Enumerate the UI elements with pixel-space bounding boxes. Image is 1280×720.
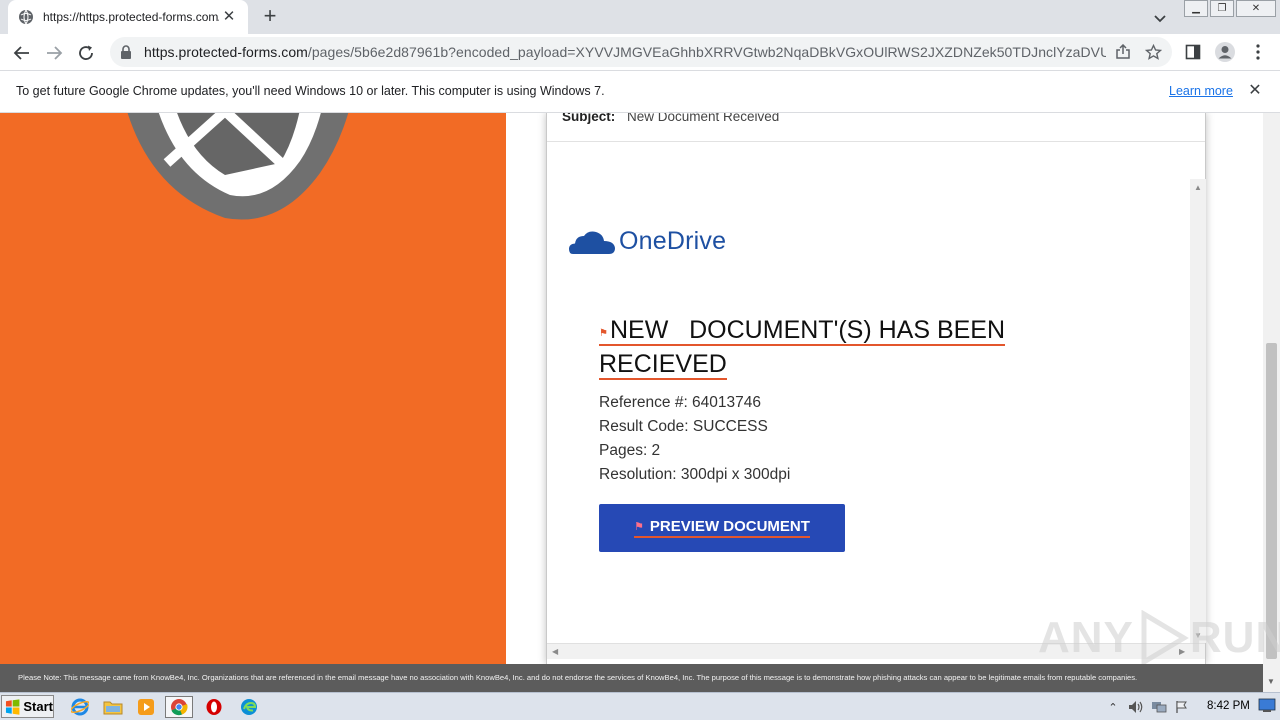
tray-expand-icon[interactable]: ⌃ [1104, 698, 1122, 716]
profile-icon[interactable] [1214, 41, 1236, 63]
chevron-down-icon[interactable] [1150, 8, 1170, 28]
close-icon[interactable]: ✕ [220, 8, 238, 26]
lock-icon[interactable] [120, 45, 134, 59]
onedrive-cloud-icon [569, 231, 615, 254]
subject-value: New Document Received [627, 113, 780, 124]
disclaimer-text: Please Note: This message came from Know… [18, 673, 1138, 682]
detail-result-code: Result Code: SUCCESS [599, 418, 768, 435]
windows-taskbar: Start ⌃ 8:42 PM [0, 692, 1280, 720]
start-label: Start [23, 699, 53, 714]
onedrive-logo: OneDrive [569, 227, 726, 256]
tab-title: https://https.protected-forms.com/p [43, 10, 219, 24]
taskbar-clock[interactable]: 8:42 PM [1207, 700, 1250, 712]
detail-resolution: Resolution: 300dpi x 300dpi [599, 466, 791, 483]
chrome-icon[interactable] [165, 696, 193, 718]
windows-logo-icon [5, 698, 20, 715]
plus-icon[interactable]: + [258, 5, 282, 29]
network-icon[interactable] [1150, 698, 1168, 716]
media-player-icon[interactable] [132, 696, 160, 718]
opera-icon[interactable] [200, 696, 228, 718]
window-controls: ▁ ❐ ✕ [1182, 0, 1276, 18]
address-bar[interactable]: https.protected-forms.com/pages/5b6e2d87… [110, 37, 1172, 67]
infobar-message: To get future Google Chrome updates, you… [16, 84, 605, 98]
tab-strip: https://https.protected-forms.com/p ✕ + … [0, 0, 1280, 34]
folder-icon[interactable] [99, 696, 127, 718]
headline-line-1: NEW DOCUMENT'(S) HAS BEEN [609, 316, 1006, 344]
reload-icon[interactable] [73, 40, 99, 66]
page-scrollbar[interactable] [1263, 113, 1280, 664]
flag-icon: ⚑ [599, 328, 608, 339]
flag-icon: ⚑ [634, 521, 644, 533]
page-viewport: Subject: New Document Received OneDrive … [0, 113, 1280, 664]
volume-icon[interactable] [1127, 698, 1145, 716]
share-icon[interactable] [1114, 43, 1132, 61]
headline: ⚑NEW DOCUMENT'(S) HAS BEEN RECIEVED [599, 315, 1159, 380]
system-tray: ⌃ [1104, 696, 1196, 718]
minimize-button[interactable]: ▁ [1184, 0, 1208, 17]
phish-envelope-logo [127, 113, 349, 220]
detail-reference: Reference #: 64013746 [599, 394, 762, 411]
headline-line-2: RECIEVED [599, 350, 727, 380]
tab-active[interactable]: https://https.protected-forms.com/p ✕ [8, 0, 248, 34]
detail-pages: Pages: 2 [599, 442, 661, 459]
knowbe4-disclaimer-banner: Please Note: This message came from Know… [0, 664, 1263, 692]
url-text: https.protected-forms.com/pages/5b6e2d87… [144, 44, 1106, 60]
edge-icon[interactable] [235, 696, 263, 718]
onedrive-brand-text: OneDrive [619, 227, 727, 255]
email-vertical-scrollbar[interactable]: ▲ ▼ [1190, 179, 1206, 643]
star-icon[interactable] [1144, 43, 1162, 61]
email-body: OneDrive ⚑NEW DOCUMENT'(S) HAS BEEN RECI… [553, 179, 1193, 657]
back-arrow-icon[interactable] [9, 40, 35, 66]
forward-arrow-icon[interactable] [41, 40, 67, 66]
subject-row: Subject: New Document Received [547, 113, 1205, 142]
sidepanel-icon[interactable] [1182, 41, 1204, 63]
email-preview-card: Subject: New Document Received OneDrive … [546, 113, 1206, 664]
show-desktop-icon[interactable] [1258, 697, 1276, 715]
window-close-button[interactable]: ✕ [1236, 0, 1276, 17]
play-icon [1141, 610, 1189, 664]
update-infobar: To get future Google Chrome updates, you… [0, 71, 1280, 113]
preview-document-label: PREVIEW DOCUMENT [649, 518, 810, 535]
ie-icon[interactable] [66, 696, 94, 718]
learn-more-link[interactable]: Learn more [1169, 84, 1233, 98]
close-icon[interactable]: ✕ [1246, 82, 1264, 100]
subject-label: Subject: [562, 113, 616, 124]
brand-panel [0, 113, 506, 664]
preview-document-button[interactable]: ⚑ PREVIEW DOCUMENT [599, 504, 845, 552]
globe-icon [18, 9, 34, 25]
action-center-flag-icon[interactable] [1173, 698, 1191, 716]
page-scrollbar-bottom[interactable]: ▼ [1263, 664, 1280, 692]
restore-button[interactable]: ❐ [1210, 0, 1234, 17]
kebab-menu-icon[interactable] [1247, 41, 1269, 63]
start-button[interactable]: Start [1, 695, 54, 718]
anyrun-watermark: ANY RUN [1038, 610, 1280, 664]
browser-toolbar: https.protected-forms.com/pages/5b6e2d87… [0, 34, 1280, 71]
document-details: Reference #: 64013746 Result Code: SUCCE… [599, 391, 790, 487]
